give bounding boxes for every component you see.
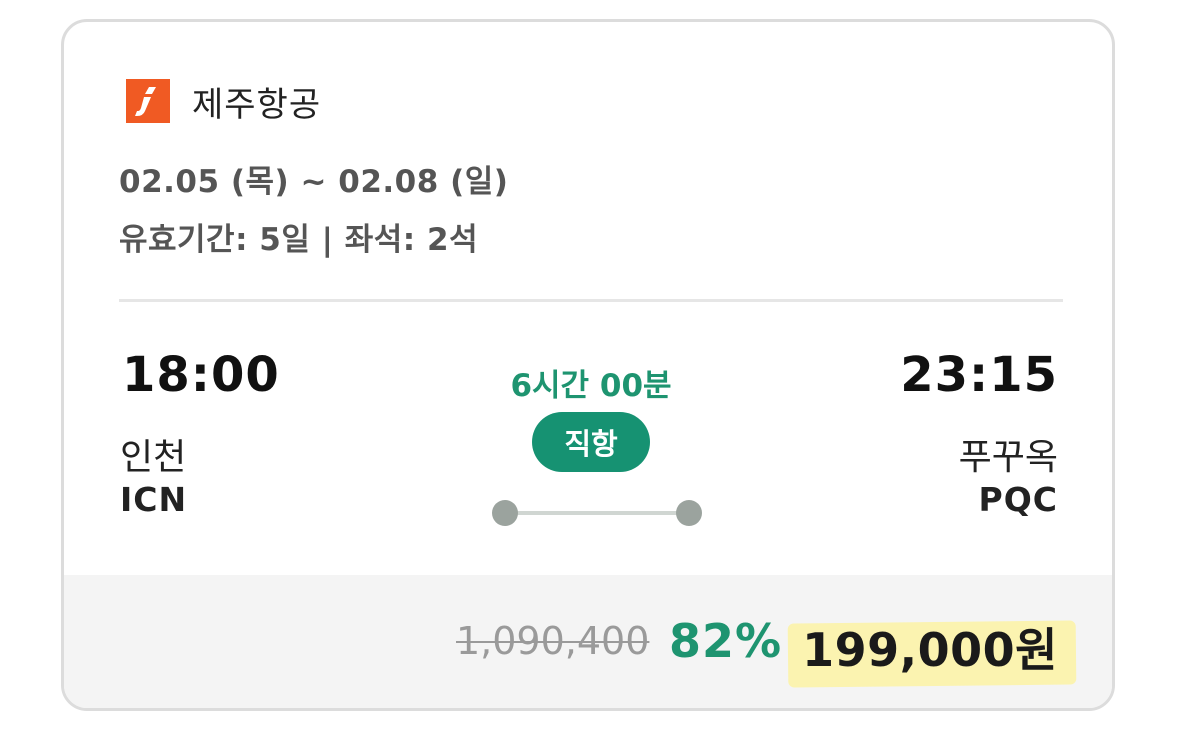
flight-deal-card[interactable]: 제주항공 02.05 (목) ~ 02.08 (일) 유효기간: 5일 | 좌석… [61,19,1115,711]
flight-duration: 6시간 00분 [510,368,672,404]
discount-rate: 82% [669,614,783,668]
departure-airport-code: ICN [120,480,188,519]
validity-seats: 유효기간: 5일 | 좌석: 2석 [119,222,479,258]
arrival-time: 23:15 [900,347,1058,403]
airline-name: 제주항공 [192,84,322,125]
airline-logo-icon [126,79,170,123]
nonstop-badge: 직항 [532,412,650,472]
divider [119,299,1063,302]
route-end-dot [676,500,702,526]
original-price: 1,090,400 [456,619,650,663]
arrival-airport-code: PQC [978,480,1058,519]
arrival-city: 푸꾸옥 [958,437,1058,478]
travel-dates: 02.05 (목) ~ 02.08 (일) [119,164,509,200]
route-line [492,500,702,526]
departure-time: 18:00 [122,347,280,403]
departure-city: 인천 [120,437,187,478]
route-bar [504,511,690,515]
route-start-dot [492,500,518,526]
sale-price: 199,000원 [802,623,1058,677]
airline-header: 제주항공 [126,77,321,125]
